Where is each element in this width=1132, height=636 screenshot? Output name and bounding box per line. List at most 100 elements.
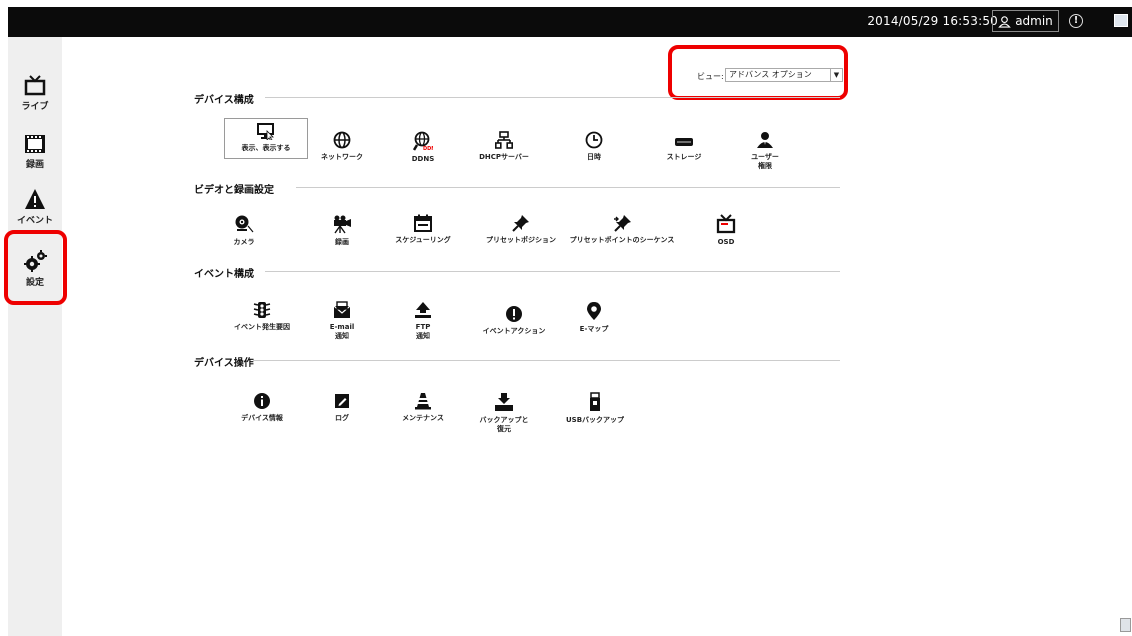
calendar-icon [414, 214, 432, 232]
video-item-osd[interactable]: OSD [681, 214, 771, 247]
config-item-storage[interactable]: ストレージ [639, 131, 729, 162]
sidebar-item-recording[interactable]: 録画 [8, 134, 62, 170]
item-label: バックアップと 復元 [479, 416, 529, 433]
item-label: E-マップ [579, 325, 609, 333]
section-divider [253, 360, 840, 361]
ops-item-log[interactable]: ログ [297, 392, 387, 423]
section-divider [265, 271, 840, 272]
item-label: 日時 [587, 153, 601, 161]
config-item-network[interactable]: ネットワーク [297, 131, 387, 162]
sidebar-item-live[interactable]: ライブ [8, 74, 62, 112]
cone-icon [415, 393, 431, 410]
item-label: 表示、表示する [241, 144, 291, 152]
event-item-trigger[interactable]: イベント発生要因 [217, 301, 307, 332]
view-select-value: アドバンス オプション [729, 70, 812, 79]
globe-icon [333, 131, 351, 149]
user-icon [998, 15, 1011, 28]
panel-toggle-icon[interactable] [1120, 618, 1131, 632]
event-item-ftp[interactable]: FTP 通知 [378, 301, 468, 341]
film-icon [25, 135, 45, 153]
item-label: E-mail 通知 [329, 323, 355, 340]
chevron-down-icon[interactable]: ▼ [830, 69, 842, 81]
item-label: デバイス情報 [241, 414, 283, 422]
pin-icon [512, 215, 529, 232]
users-icon [757, 132, 773, 148]
item-label: ストレージ [666, 153, 702, 161]
config-item-user-rights[interactable]: ユーザー 権限 [720, 131, 810, 171]
movie-camera-icon [334, 215, 351, 234]
datetime-display: 2014/05/29 16:53:50 [867, 14, 998, 28]
alert-icon [506, 306, 522, 322]
config-item-datetime[interactable]: 日時 [549, 131, 639, 162]
monitor-icon [257, 123, 274, 140]
item-label: OSD [717, 238, 735, 246]
video-item-recording[interactable]: 録画 [297, 214, 387, 247]
item-label: スケジューリング [395, 236, 451, 244]
ops-item-backup-restore[interactable]: バックアップと 復元 [459, 392, 549, 434]
sidebar-item-label: 録画 [25, 160, 44, 170]
user-button[interactable]: admin [992, 10, 1059, 32]
settings-highlight-box [4, 230, 67, 305]
section-title-device-config: デバイス構成 [194, 95, 254, 106]
ops-item-usb-backup[interactable]: USBバックアップ [550, 392, 640, 425]
upload-icon [415, 302, 431, 318]
item-label: 録画 [335, 238, 349, 246]
sidebar: ライブ 録画 イベント 設定 [4, 37, 67, 636]
item-label: DHCPサーバー [479, 153, 529, 161]
item-label: FTP 通知 [415, 323, 431, 340]
view-label: ビュー: [697, 72, 724, 81]
video-item-scheduling[interactable]: スケジューリング [378, 214, 468, 245]
screen-icon-button[interactable] [1114, 14, 1128, 27]
app-window: 2014/05/29 16:53:50 admin ! ライブ 録画 イベント [4, 7, 1132, 636]
config-item-dhcp[interactable]: DHCPサーバー [459, 131, 549, 162]
mail-icon [333, 301, 351, 318]
event-item-action[interactable]: イベントアクション [469, 305, 559, 336]
ops-item-device-info[interactable]: デバイス情報 [217, 392, 307, 423]
video-item-preset-sequence[interactable]: プリセットポイントのシーケンス [557, 214, 687, 245]
camera-icon [235, 215, 254, 233]
item-label: DDNS [411, 155, 435, 163]
config-item-ddns[interactable]: DDNS DDNS [378, 131, 468, 164]
section-title-device-ops: デバイス操作 [194, 358, 254, 369]
section-divider [296, 187, 840, 188]
config-item-display[interactable]: 表示、表示する [224, 118, 308, 159]
map-pin-icon [587, 302, 601, 320]
usb-icon [590, 392, 600, 411]
item-label: カメラ [233, 238, 255, 246]
osd-icon [716, 214, 736, 234]
tv-icon [24, 75, 46, 96]
section-title-video-recording: ビデオと録画設定 [194, 185, 274, 196]
item-label: プリセットポイントのシーケンス [569, 236, 675, 244]
item-label: ログ [335, 414, 349, 422]
clock-icon [585, 131, 603, 149]
backup-icon [495, 393, 513, 411]
item-label: プリセットポジション [486, 236, 556, 244]
section-title-event-config: イベント構成 [194, 269, 254, 280]
item-label: ユーザー 権限 [751, 153, 779, 170]
alert-icon-button[interactable]: ! [1069, 14, 1083, 28]
view-select[interactable]: アドバンス オプション ▼ [725, 68, 843, 82]
item-label: メンテナンス [402, 414, 444, 422]
item-label: イベントアクション [482, 327, 546, 335]
sidebar-item-label: ライブ [21, 102, 49, 112]
hdd-icon [675, 138, 693, 146]
svg-text:DDNS: DDNS [423, 146, 433, 151]
log-icon [335, 394, 349, 408]
item-label: USBバックアップ [565, 416, 625, 424]
pin-sequence-icon [614, 215, 631, 232]
video-item-camera[interactable]: カメラ [199, 214, 289, 247]
ops-item-maintenance[interactable]: メンテナンス [378, 392, 468, 423]
user-name: admin [1015, 14, 1053, 28]
info-icon [254, 393, 270, 409]
event-item-emap[interactable]: E-マップ [549, 301, 639, 334]
item-label: イベント発生要因 [234, 323, 290, 331]
sidebar-item-event[interactable]: イベント [8, 188, 62, 226]
top-bar: 2014/05/29 16:53:50 admin ! [8, 7, 1132, 37]
item-label: ネットワーク [321, 153, 363, 161]
video-item-preset-position[interactable]: プリセットポジション [476, 214, 566, 245]
ddns-icon: DDNS [413, 131, 433, 151]
section-divider [265, 97, 840, 98]
network-icon [495, 131, 513, 149]
warning-icon [25, 189, 45, 209]
event-item-email[interactable]: E-mail 通知 [297, 301, 387, 341]
